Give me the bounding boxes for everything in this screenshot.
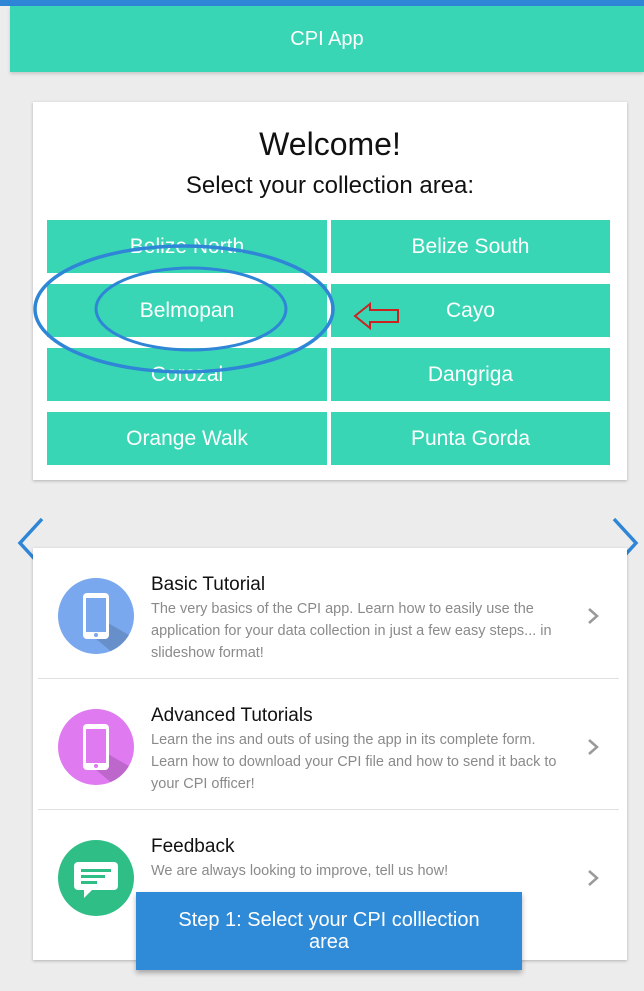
welcome-subtitle: Select your collection area:	[185, 172, 475, 199]
item-description: The very basics of the CPI app. Learn ho…	[151, 601, 552, 661]
item-description: Learn the ins and outs of using the app …	[151, 732, 557, 792]
area-button-punta-gorda[interactable]: Punta Gorda	[331, 412, 610, 465]
chevron-right-icon	[588, 739, 599, 755]
area-button-belize-south[interactable]: Belize South	[331, 220, 610, 273]
app-title: CPI App	[290, 27, 364, 50]
phone-icon	[58, 578, 134, 654]
area-button-cayo[interactable]: Cayo	[331, 284, 610, 337]
item-title: Feedback	[151, 836, 235, 857]
welcome-card: Welcome! Select your collection area: Be…	[33, 102, 627, 480]
list-item-basic-tutorial[interactable]: Basic Tutorial The very basics of the CP…	[38, 548, 619, 679]
area-button-belmopan[interactable]: Belmopan	[47, 284, 327, 337]
area-grid: Belize North Belize South Belmopan Cayo …	[47, 220, 610, 465]
chat-icon	[58, 840, 134, 916]
app-bar: CPI App	[10, 6, 644, 72]
area-button-belize-north[interactable]: Belize North	[47, 220, 327, 273]
chevron-right-icon	[588, 870, 599, 886]
area-button-dangriga[interactable]: Dangriga	[331, 348, 610, 401]
welcome-title: Welcome!	[259, 126, 401, 162]
area-button-orange-walk[interactable]: Orange Walk	[47, 412, 327, 465]
chevron-right-icon	[588, 608, 599, 624]
step-toast: Step 1: Select your CPI colllection area	[136, 892, 522, 970]
phone-icon	[58, 709, 134, 785]
item-description: We are always looking to improve, tell u…	[151, 863, 449, 879]
item-title: Basic Tutorial	[151, 574, 266, 595]
area-button-corozal[interactable]: Corozal	[47, 348, 327, 401]
item-title: Advanced Tutorials	[151, 705, 313, 726]
list-item-advanced-tutorials[interactable]: Advanced Tutorials Learn the ins and out…	[38, 679, 619, 810]
